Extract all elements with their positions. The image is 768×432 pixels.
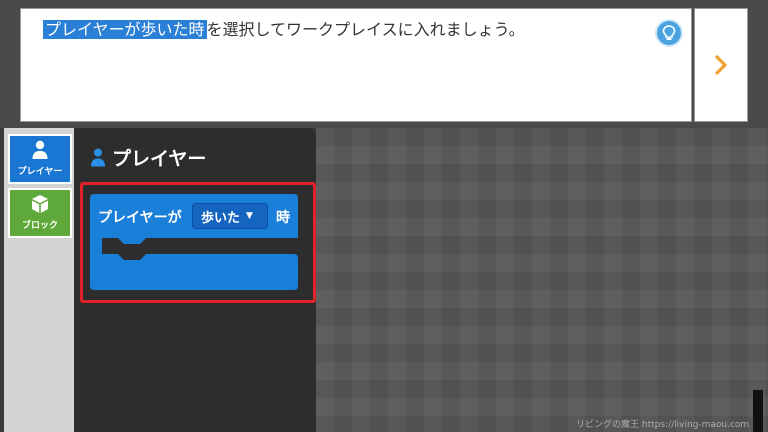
category-block[interactable]: ブロック: [8, 188, 72, 238]
tutorial-highlight: プレイヤーが歩いた時: [43, 20, 207, 39]
tutorial-card: プレイヤーが歩いた時 を選択してワークプレイスに入れましょう。: [20, 8, 692, 122]
hint-button[interactable]: [655, 19, 683, 47]
person-icon: [32, 140, 48, 159]
block-prefix-text: プレイヤーが: [98, 210, 182, 226]
tutorial-instruction: プレイヤーが歩いた時 を選択してワークプレイスに入れましょう。: [43, 19, 525, 41]
category-rail: プレイヤー ブロック: [4, 128, 74, 432]
action-dropdown[interactable]: 歩いた ▼: [192, 203, 268, 229]
next-button[interactable]: [694, 8, 748, 122]
workspace[interactable]: [316, 128, 768, 432]
tutorial-rest: を選択してワークプレイスに入れましょう。: [206, 20, 525, 39]
caret-down-icon: ▼: [246, 211, 253, 221]
block-suffix-text: 時: [276, 210, 290, 226]
category-player-label: プレイヤー: [17, 167, 63, 177]
flyout-title-text: プレイヤー: [112, 148, 207, 170]
category-player[interactable]: プレイヤー: [8, 134, 72, 184]
workspace-scrollbar[interactable]: [753, 390, 763, 432]
flyout-title: プレイヤー: [90, 144, 206, 171]
lightbulb-icon: [662, 25, 676, 40]
person-icon: [91, 148, 105, 167]
chevron-right-icon: [715, 55, 727, 75]
action-dropdown-value: 歩いた: [201, 210, 241, 226]
watermark: リビングの魔王 https://living-maou.com: [576, 420, 750, 430]
player-walked-event-block[interactable]: プレイヤーが 歩いた ▼ 時: [90, 194, 298, 292]
category-block-label: ブロック: [21, 221, 58, 231]
cube-icon: [32, 195, 48, 213]
